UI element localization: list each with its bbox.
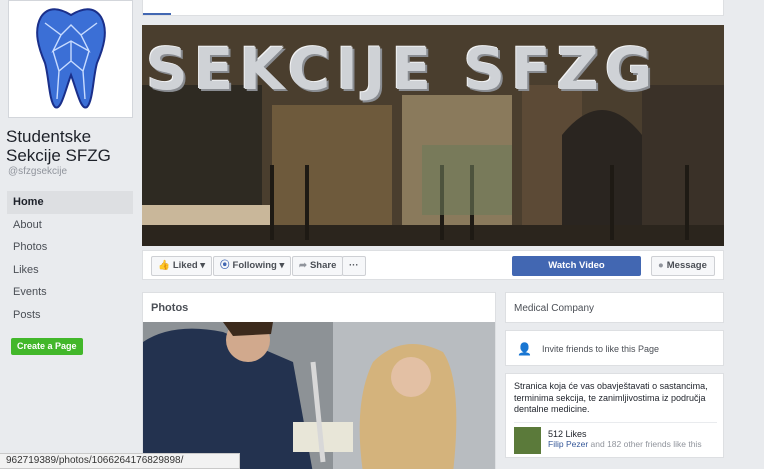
nav-item-events[interactable]: Events (7, 281, 133, 304)
following-button[interactable]: ⦿ Following ▾ (213, 256, 292, 276)
page-nav: Home About Photos Likes Events Posts (7, 191, 133, 326)
page-handle[interactable]: @sfzgsekcije (8, 166, 67, 177)
following-label: Following (232, 260, 277, 271)
featured-photo[interactable] (143, 322, 495, 469)
about-divider (514, 422, 717, 423)
nav-item-likes[interactable]: Likes (7, 259, 133, 282)
thumbs-up-icon: 👍 (158, 260, 170, 271)
invite-card[interactable]: 👤 Invite friends to like this Page (505, 330, 724, 366)
nav-item-about[interactable]: About (7, 214, 133, 237)
create-page-button[interactable]: Create a Page (11, 338, 83, 355)
page-action-bar: 👍 Liked ▾ ⦿ Following ▾ ➦ Share ··· Watch V… (142, 250, 724, 280)
share-button[interactable]: ➦ Share (292, 256, 344, 276)
tooth-logo-icon (36, 8, 106, 109)
browser-status-url: 962719389/photos/1066264176829898/ (0, 453, 240, 469)
photos-card-title[interactable]: Photos (143, 293, 495, 323)
share-label: Share (309, 260, 337, 271)
more-options-button[interactable]: ··· (342, 256, 366, 276)
about-card: Stranica koja će vas obavještavati o sas… (505, 373, 724, 458)
invite-friends-link[interactable]: Invite friends to like this Page (542, 344, 659, 354)
category-card: Medical Company (505, 292, 724, 323)
liked-button[interactable]: 👍 Liked ▾ (151, 256, 213, 276)
add-person-icon: 👤 (517, 342, 532, 356)
nav-item-home[interactable]: Home (7, 191, 133, 214)
share-arrow-icon: ➦ (299, 260, 307, 271)
friends-like-text: Filip Pezer and 182 other friends like t… (548, 439, 702, 449)
photo-image (143, 322, 495, 469)
cover-photo[interactable]: SEKCIJE SFZG (142, 25, 724, 246)
profile-picture[interactable] (8, 0, 133, 118)
photos-card: Photos (142, 292, 496, 469)
rss-feed-icon: ⦿ (220, 260, 230, 271)
message-bubble-icon: ● (658, 260, 664, 271)
message-button[interactable]: ● Message (651, 256, 715, 276)
friends-like-suffix: and 182 other friends like this (590, 439, 702, 449)
friend-name-link[interactable]: Filip Pezer (548, 439, 588, 449)
page-name[interactable]: Studentske Sekcije SFZG (6, 127, 136, 165)
message-label: Message (666, 260, 707, 271)
nav-item-photos[interactable]: Photos (7, 236, 133, 259)
page-description: Stranica koja će vas obavještavati o sas… (514, 381, 708, 414)
active-tab-indicator (143, 13, 171, 15)
cover-balloon-text: SEKCIJE SFZG (146, 35, 659, 103)
likes-count: 512 Likes (548, 429, 587, 439)
friend-avatar[interactable] (514, 427, 541, 454)
top-tab-strip (142, 0, 724, 16)
watch-video-button[interactable]: Watch Video (512, 256, 641, 276)
nav-item-posts[interactable]: Posts (7, 304, 133, 327)
page-category[interactable]: Medical Company (506, 293, 723, 324)
liked-label: Liked (172, 260, 198, 271)
